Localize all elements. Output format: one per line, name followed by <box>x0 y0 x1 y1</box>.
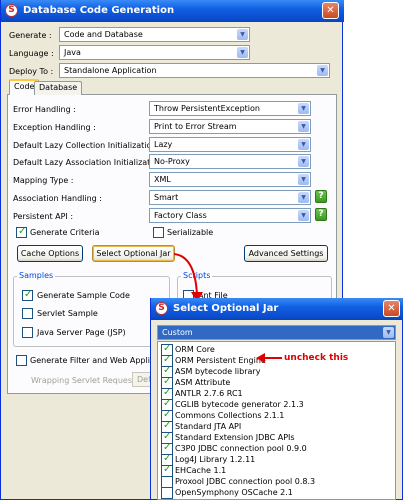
annotation-label: uncheck this <box>284 353 349 363</box>
annotation-arrow <box>256 353 282 363</box>
